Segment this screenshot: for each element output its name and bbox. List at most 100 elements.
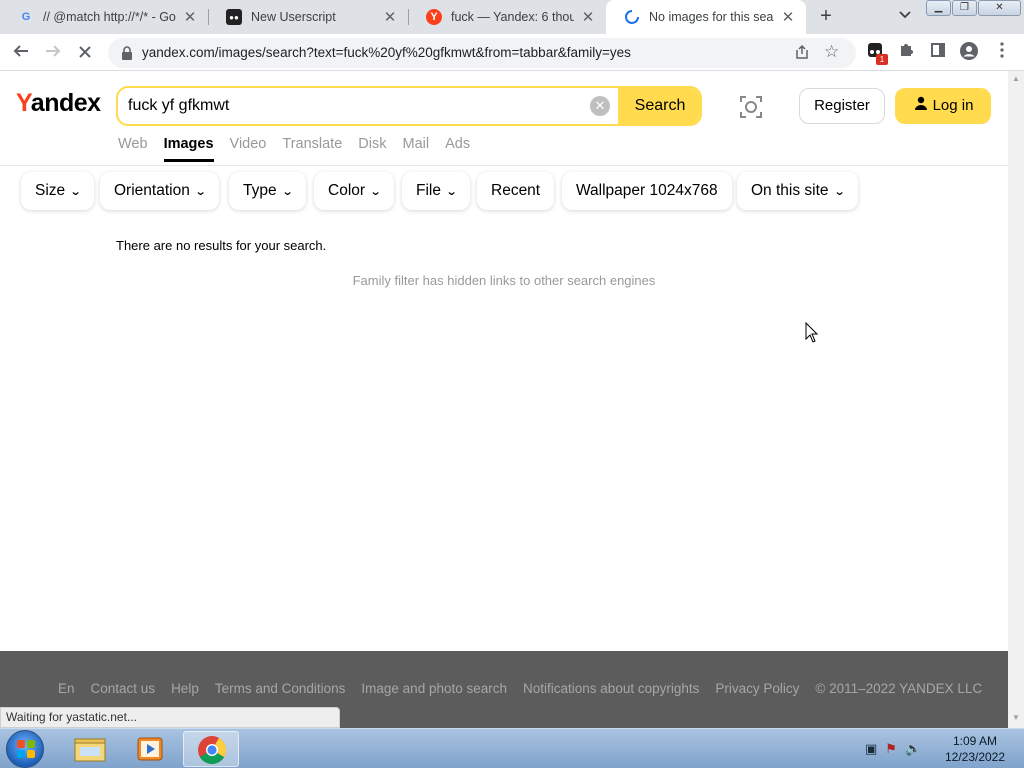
extension-badge: 1 [876,54,888,65]
new-tab-button[interactable]: + [814,6,838,28]
service-web[interactable]: Web [118,133,148,165]
page-content: Yandex ✕ Search Register Log in Web Imag… [0,71,1008,728]
tab-new-userscript[interactable]: ●● New Userscript ✕ [208,0,408,34]
windows-taskbar: ▣ ⚑ 🔈 1:09 AM 12/23/2022 [0,728,1024,768]
tampermonkey-icon: ●● [226,9,242,25]
login-label: Log in [932,97,974,114]
minimize-button[interactable]: ▁ [926,0,951,16]
back-button[interactable] [9,41,33,65]
image-search-camera-icon[interactable] [738,94,764,120]
tab-no-images[interactable]: No images for this search ✕ [606,0,806,34]
extensions-button[interactable] [895,42,917,64]
service-disk[interactable]: Disk [358,133,386,165]
close-tab-icon[interactable]: ✕ [182,8,198,26]
service-translate[interactable]: Translate [282,133,342,165]
side-panel-button[interactable] [927,42,949,64]
search-form: ✕ Search [116,86,702,126]
filter-on-this-site[interactable]: On this site ⌄ [737,172,858,210]
filter-color[interactable]: Color ⌄ [314,172,395,210]
share-icon[interactable] [794,44,812,62]
stop-x-icon [79,46,91,58]
filter-type[interactable]: Type ⌄ [229,172,306,210]
taskbar-explorer[interactable] [62,731,118,767]
tab-match-google[interactable]: G // @match http://*/* - Go ✕ [0,0,208,34]
restore-button[interactable]: ❐ [952,0,977,16]
header-divider [0,165,1008,166]
puzzle-icon [901,44,913,56]
service-mail[interactable]: Mail [402,133,429,165]
kebab-menu-icon [1000,42,1004,58]
windows-logo-icon [17,740,35,758]
chevron-down-icon: ⌄ [369,186,382,198]
login-button[interactable]: Log in [895,88,991,124]
chrome-icon [198,736,226,764]
arrow-right-icon [46,45,61,57]
network-icon[interactable]: ▣ [865,741,877,757]
close-tab-icon[interactable]: ✕ [780,8,796,26]
window-close-button[interactable]: ✕ [978,0,1021,16]
register-button[interactable]: Register [799,88,885,124]
system-clock[interactable]: 1:09 AM 12/23/2022 [936,733,1014,765]
family-filter-note: Family filter has hidden links to other … [352,273,656,288]
forward-button[interactable] [41,41,65,65]
bookmark-star-icon[interactable]: ☆ [824,42,842,62]
side-panel-icon [931,43,945,57]
filter-file[interactable]: File ⌄ [402,172,471,210]
footer-link-contact[interactable]: Contact us [91,681,156,696]
loading-spinner-icon [624,9,640,25]
footer-link-help[interactable]: Help [171,681,199,696]
tab-search-button[interactable] [894,7,916,27]
browser-status-bar: Waiting for yastatic.net... [0,707,340,728]
chevron-down-icon: ⌄ [281,186,294,198]
search-input[interactable] [128,88,588,124]
action-center-flag-icon[interactable]: ⚑ [885,741,897,757]
clock-date: 12/23/2022 [944,750,1006,764]
service-ads[interactable]: Ads [445,133,470,165]
service-images[interactable]: Images [163,133,214,162]
search-button[interactable]: Search [618,88,700,124]
clock-time: 1:09 AM [952,734,998,748]
filter-orientation[interactable]: Orientation ⌄ [100,172,220,210]
media-player-icon [137,737,163,761]
filter-wallpaper-size[interactable]: Wallpaper 1024x768 [562,172,732,210]
url-text[interactable]: yandex.com/images/search?text=fuck%20yf%… [142,38,631,68]
tab-strip: G // @match http://*/* - Go ✕ ●● New Use… [0,0,1024,34]
browser-menu-button[interactable] [991,42,1013,64]
clear-search-icon[interactable]: ✕ [590,96,610,116]
footer-links: En Contact us Help Terms and Conditions … [58,681,998,696]
tampermonkey-extension-button[interactable]: 1 [864,42,888,65]
close-tab-icon[interactable]: ✕ [580,8,596,26]
profile-button[interactable] [958,42,980,64]
footer-link-copyright-notices[interactable]: Notifications about copyrights [523,681,699,696]
folder-icon [74,738,106,762]
taskbar-chrome[interactable] [183,731,239,767]
services-nav: Web Images Video Translate Disk Mail Ads [118,133,486,165]
close-tab-icon[interactable]: ✕ [382,8,398,26]
footer-link-image-search[interactable]: Image and photo search [361,681,507,696]
stop-loading-button[interactable] [73,41,97,65]
google-g-icon: G [21,11,31,23]
scroll-down-arrow-icon[interactable]: ▼ [1012,713,1020,722]
taskbar-media-player[interactable] [122,731,178,767]
filter-size[interactable]: Size ⌄ [21,172,95,210]
scroll-up-arrow-icon[interactable]: ▲ [1012,74,1020,83]
user-icon [913,88,929,124]
chevron-down-icon: ⌄ [445,186,458,198]
lock-icon [122,46,132,60]
page-scrollbar[interactable]: ▲ ▼ [1008,71,1024,728]
volume-icon[interactable]: 🔈 [905,741,921,757]
yandex-y-icon: Y [426,9,442,25]
footer-copyright: © 2011–2022 YANDEX LLC [815,681,983,696]
chevron-down-icon: ⌄ [833,186,846,198]
yandex-logo[interactable]: Yandex [16,89,101,118]
footer-link-privacy[interactable]: Privacy Policy [715,681,799,696]
footer-link-terms[interactable]: Terms and Conditions [215,681,346,696]
address-bar[interactable]: yandex.com/images/search?text=fuck%20yf%… [108,38,856,68]
tab-yandex-search[interactable]: Y fuck — Yandex: 6 thousand ✕ [408,0,606,34]
footer-link-language[interactable]: En [58,681,75,696]
no-results-message: There are no results for your search. [116,238,327,253]
filter-recent[interactable]: Recent [477,172,555,210]
service-video[interactable]: Video [230,133,267,165]
start-button[interactable] [6,730,44,768]
arrow-left-icon [13,45,28,57]
